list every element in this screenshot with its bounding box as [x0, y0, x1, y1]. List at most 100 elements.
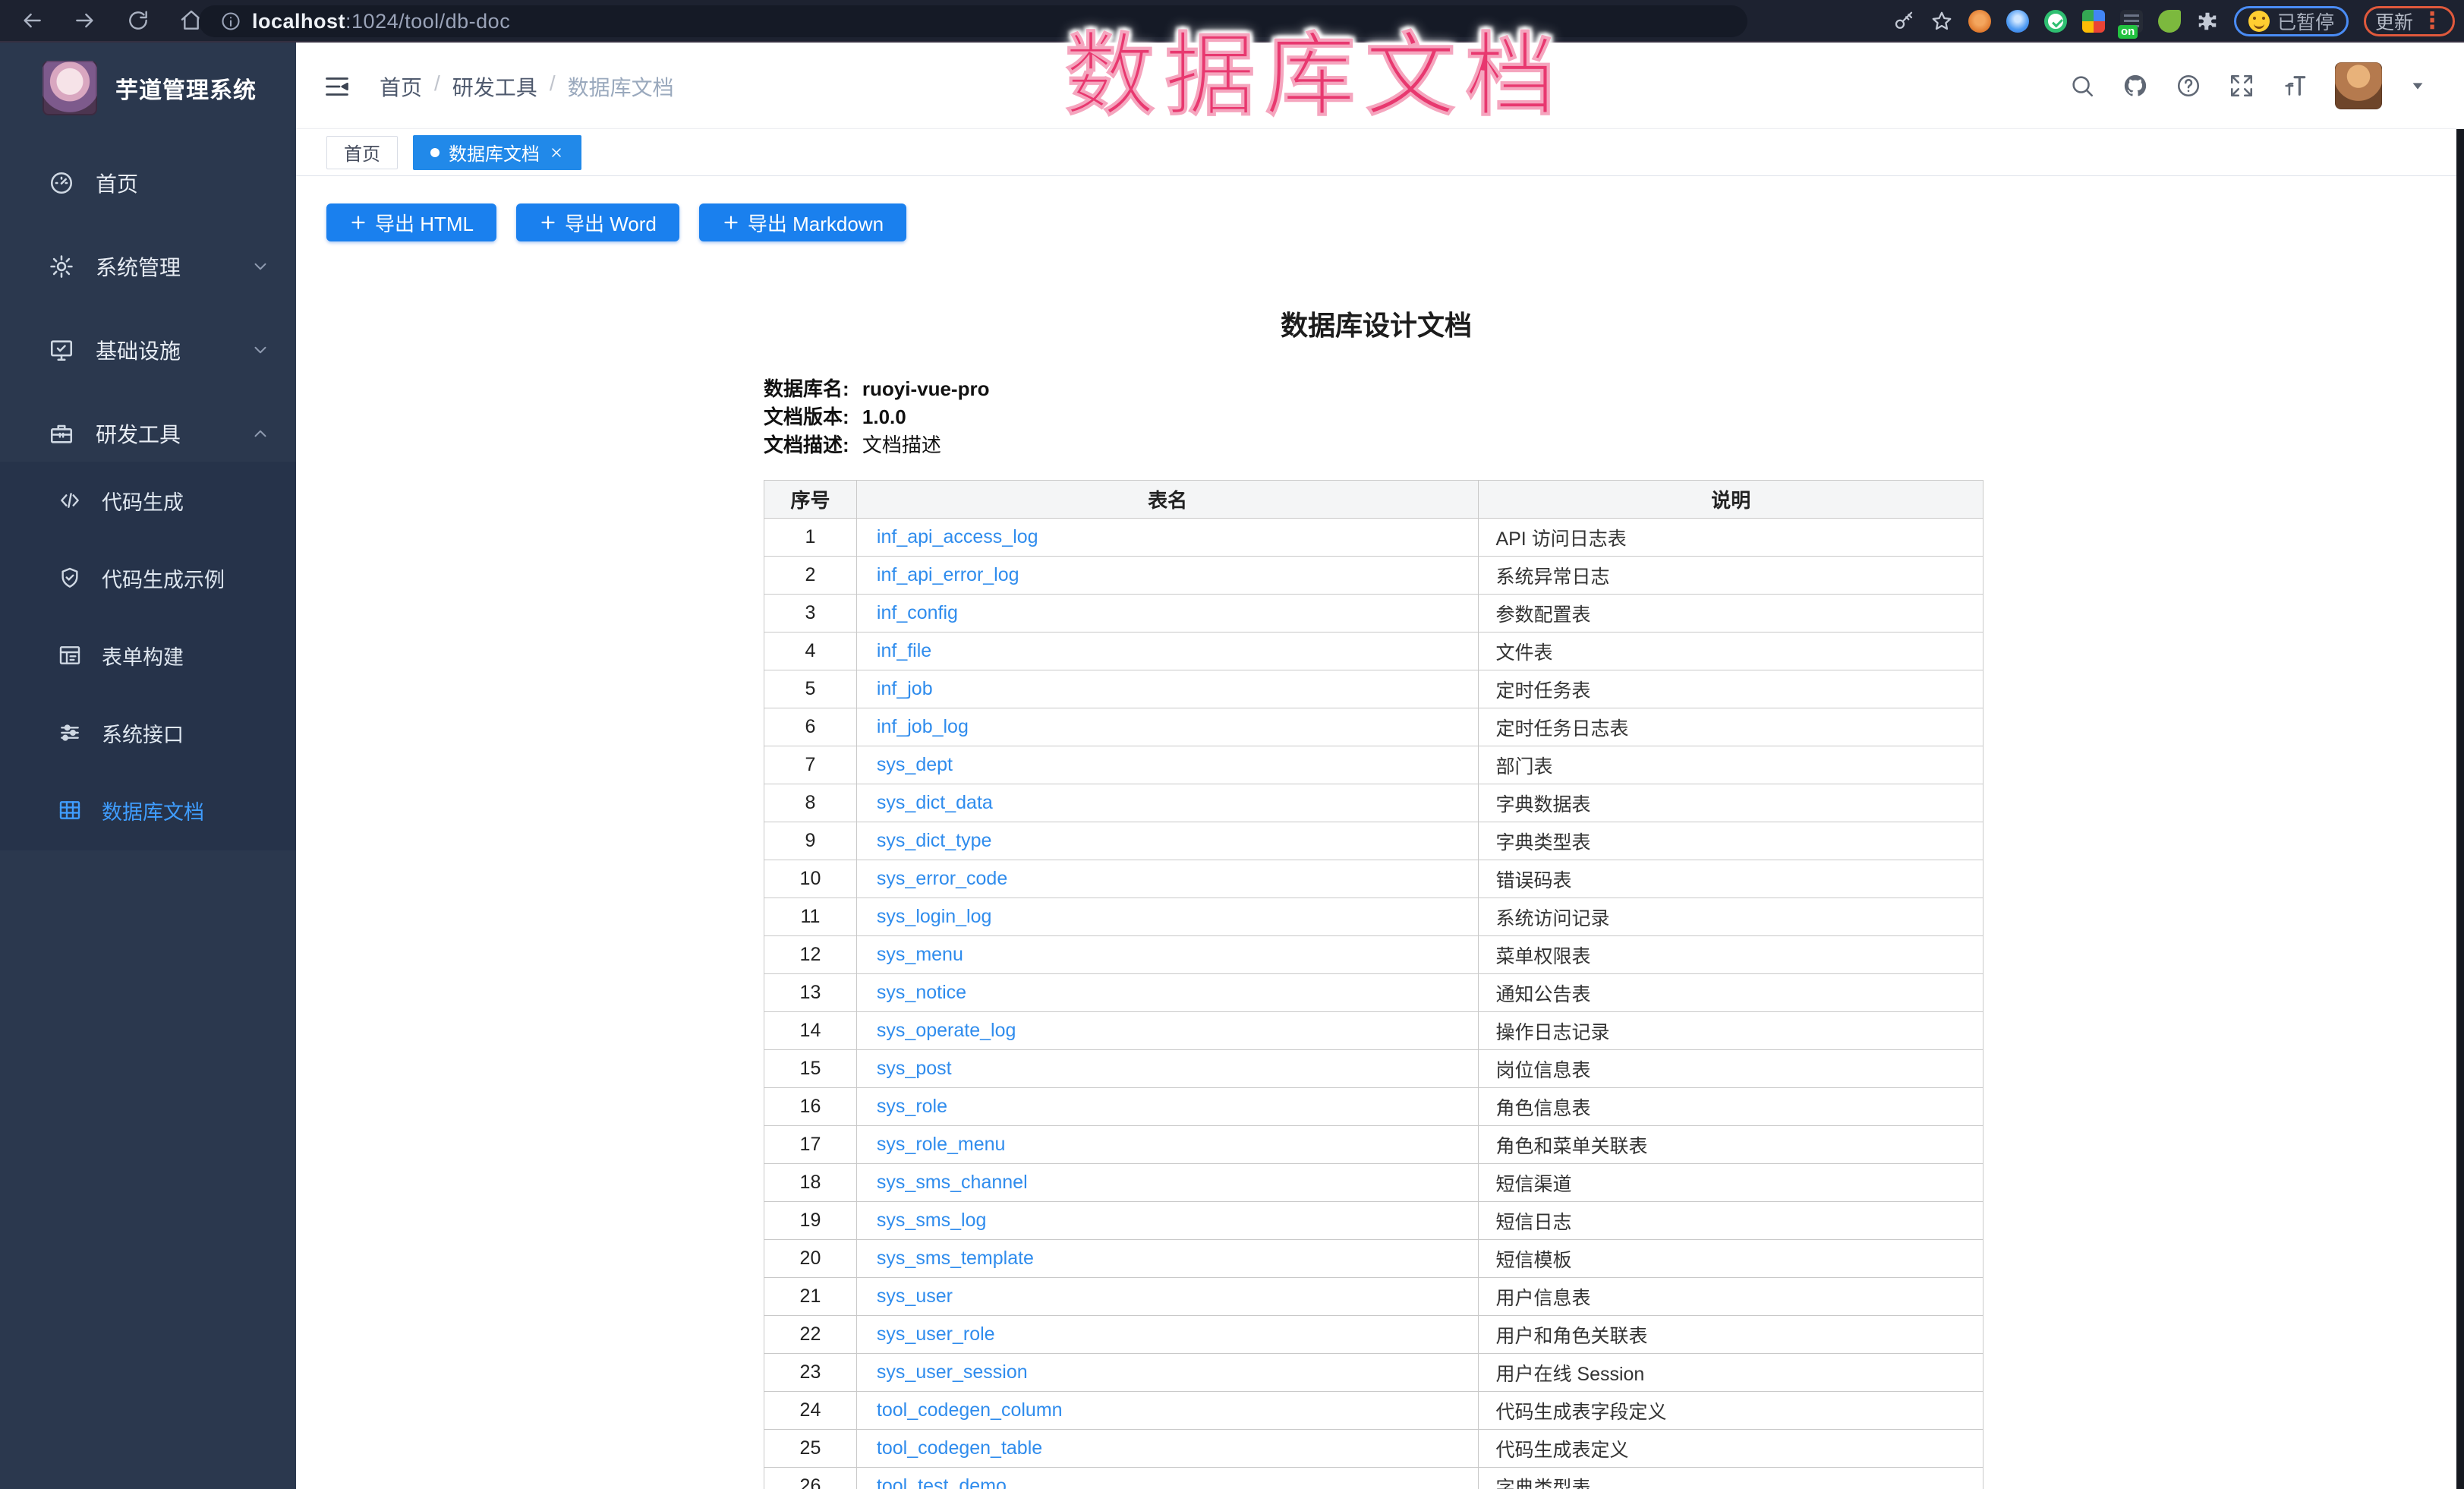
table-name-link[interactable]: sys_role_menu: [877, 1134, 1006, 1155]
row-description: 系统访问记录: [1479, 898, 1983, 936]
fullscreen-icon[interactable]: [2229, 73, 2254, 99]
profile-paused-badge[interactable]: 已暂停: [2234, 6, 2349, 36]
table-name-link[interactable]: sys_user: [877, 1286, 953, 1307]
sidebar-submenu-item[interactable]: 数据库文档: [0, 771, 296, 849]
sidebar-submenu-item[interactable]: 表单构建: [0, 617, 296, 694]
extensions-puzzle-icon[interactable]: [2196, 10, 2219, 33]
table-name-link[interactable]: sys_operate_log: [877, 1020, 1016, 1041]
back-icon[interactable]: [20, 8, 44, 33]
export-button[interactable]: 导出 Word: [516, 203, 679, 241]
sidebar-menu-item[interactable]: 基础设施: [0, 308, 296, 392]
reload-icon[interactable]: [126, 8, 150, 33]
extension-switch-icon[interactable]: on: [2120, 10, 2143, 33]
address-bar[interactable]: localhost:1024/tool/db-doc: [199, 5, 1747, 37]
table-name-link[interactable]: sys_role: [877, 1096, 947, 1117]
table-name-link[interactable]: sys_dict_data: [877, 792, 993, 813]
user-avatar[interactable]: [2335, 62, 2382, 109]
page-scrollbar[interactable]: [2456, 129, 2464, 1489]
table-row: 1 inf_api_access_log API 访问日志表: [764, 519, 1983, 557]
table-row: 7 sys_dept 部门表: [764, 746, 1983, 784]
table-name-link[interactable]: inf_job_log: [877, 716, 969, 737]
extension-leaf-icon[interactable]: [2158, 10, 2181, 33]
sidebar-logo-row[interactable]: 芋道管理系统: [0, 43, 296, 115]
table-name-link[interactable]: tool_codegen_table: [877, 1437, 1042, 1459]
table-name-link[interactable]: inf_job: [877, 678, 933, 699]
active-dot: [430, 148, 440, 157]
table-name-link[interactable]: sys_error_code: [877, 868, 1007, 889]
browser-update-button[interactable]: 更新 ⋮: [2364, 6, 2455, 36]
site-info-icon[interactable]: [220, 11, 241, 32]
search-icon[interactable]: [2069, 73, 2095, 99]
github-icon[interactable]: [2122, 73, 2148, 99]
export-button-label: 导出 Markdown: [748, 209, 884, 237]
sidebar-submenu-item[interactable]: 系统接口: [0, 694, 296, 771]
sidebar: 芋道管理系统 首页 系统管理 基础设施 研发工具: [0, 43, 296, 1489]
sidebar-collapse-icon[interactable]: [323, 73, 351, 100]
password-key-icon[interactable]: [1892, 10, 1915, 33]
breadcrumb-item[interactable]: 数据库文档: [568, 71, 674, 102]
view-tag[interactable]: 数据库文档: [413, 135, 581, 170]
row-description: 短信模板: [1479, 1240, 1983, 1278]
font-size-icon[interactable]: [2282, 73, 2308, 99]
profile-emoji-avatar: [2248, 11, 2270, 32]
shield-check-icon: [58, 566, 82, 590]
info-label: 文档描述:: [764, 434, 849, 456]
table-row: 6 inf_job_log 定时任务日志表: [764, 708, 1983, 746]
forward-icon[interactable]: [73, 8, 97, 33]
table-row: 8 sys_dict_data 字典数据表: [764, 784, 1983, 822]
row-description: 通知公告表: [1479, 974, 1983, 1012]
user-caret-down-icon[interactable]: [2409, 77, 2426, 94]
table-name-link[interactable]: sys_sms_template: [877, 1248, 1034, 1269]
document-info-line: 数据库名: ruoyi-vue-pro: [764, 375, 989, 403]
document-info-line: 文档版本: 1.0.0: [764, 403, 989, 431]
document-info-line: 文档描述: 文档描述: [764, 431, 989, 459]
breadcrumb-item[interactable]: 首页: [380, 71, 422, 102]
plus-icon: [722, 213, 740, 232]
extension-orange-icon[interactable]: [1968, 10, 1991, 33]
table-header-row: 序号表名说明: [764, 481, 1983, 519]
export-button-row: 导出 HTML 导出 Word 导出 Markdown: [326, 203, 906, 241]
table-name-link[interactable]: inf_file: [877, 640, 931, 661]
help-icon[interactable]: [2176, 73, 2201, 99]
sidebar-submenu-item[interactable]: 代码生成示例: [0, 539, 296, 617]
browser-menu-icon[interactable]: ⋮: [2421, 10, 2444, 33]
breadcrumb-item[interactable]: 研发工具: [452, 71, 537, 102]
row-number: 2: [764, 557, 857, 595]
extension-check-icon[interactable]: [2044, 10, 2067, 33]
view-tag[interactable]: 首页: [326, 136, 398, 169]
table-name-link[interactable]: sys_user_role: [877, 1323, 995, 1345]
table-name-link[interactable]: sys_user_session: [877, 1361, 1028, 1383]
table-name-link[interactable]: inf_api_access_log: [877, 526, 1038, 547]
table-name-link[interactable]: sys_sms_log: [877, 1210, 987, 1231]
table-name-link[interactable]: inf_api_error_log: [877, 564, 1019, 585]
extension-grid-icon[interactable]: [2082, 10, 2105, 33]
info-value: ruoyi-vue-pro: [862, 377, 990, 400]
export-button[interactable]: 导出 Markdown: [699, 203, 906, 241]
table-name-link[interactable]: sys_menu: [877, 944, 963, 965]
table-name-link[interactable]: sys_dept: [877, 754, 953, 775]
table-name-link[interactable]: sys_post: [877, 1058, 952, 1079]
table-name-link[interactable]: sys_sms_channel: [877, 1172, 1028, 1193]
sidebar-menu-item[interactable]: 首页: [0, 141, 296, 225]
bookmark-star-icon[interactable]: [1930, 10, 1953, 33]
table-name-link[interactable]: inf_config: [877, 602, 958, 623]
row-description: 菜单权限表: [1479, 936, 1983, 974]
row-description: 用户信息表: [1479, 1278, 1983, 1316]
url-text[interactable]: localhost:1024/tool/db-doc: [252, 10, 510, 33]
extension-on-badge: on: [2118, 25, 2138, 39]
table-name-link[interactable]: sys_notice: [877, 982, 966, 1003]
sidebar-menu-item[interactable]: 系统管理: [0, 225, 296, 308]
export-button[interactable]: 导出 HTML: [326, 203, 496, 241]
sidebar-submenu-item[interactable]: 代码生成: [0, 462, 296, 539]
table-name-link[interactable]: sys_login_log: [877, 906, 992, 927]
row-number: 10: [764, 860, 857, 898]
table-name-link[interactable]: sys_dict_type: [877, 830, 991, 851]
table-name-link[interactable]: tool_test_demo: [877, 1475, 1007, 1489]
row-number: 25: [764, 1430, 857, 1468]
extension-pin-icon[interactable]: [2006, 10, 2029, 33]
row-description: 字典类型表: [1479, 1468, 1983, 1489]
tag-close-icon[interactable]: [549, 145, 564, 160]
sidebar-submenu-label: 代码生成示例: [102, 563, 225, 593]
table-row: 2 inf_api_error_log 系统异常日志: [764, 557, 1983, 595]
table-name-link[interactable]: tool_codegen_column: [877, 1399, 1063, 1421]
